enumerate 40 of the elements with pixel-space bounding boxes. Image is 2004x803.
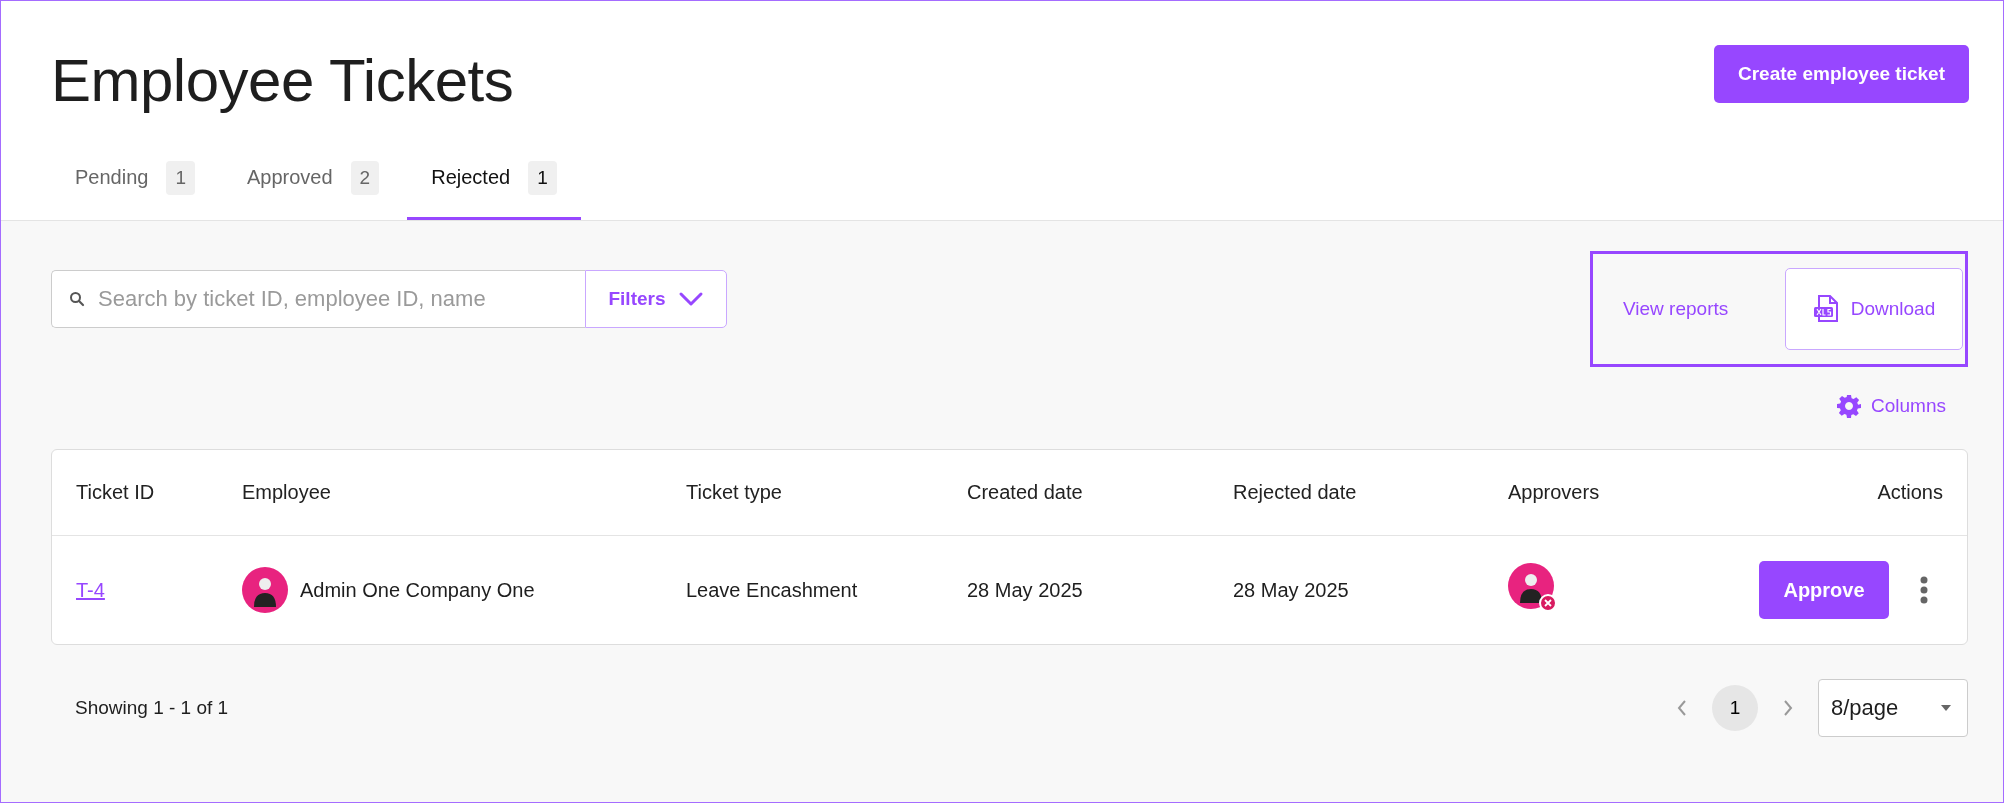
approve-button[interactable]: Approve (1759, 561, 1889, 619)
tab-label: Rejected (431, 166, 511, 189)
count-badge: 1 (166, 160, 195, 195)
column-header: Rejected date (1233, 481, 1358, 504)
employee-name: Admin One Company One (300, 578, 535, 602)
chevron-left-icon[interactable] (1676, 699, 1688, 717)
download-button[interactable]: Download (1785, 268, 1963, 350)
tab[interactable]: Pending 1 (51, 138, 219, 220)
results-summary: Showing 1 - 1 of 1 (75, 697, 229, 719)
avatar-icon (242, 567, 288, 613)
count-badge: 2 (350, 160, 380, 195)
page-number[interactable]: 1 (1712, 685, 1758, 731)
count-badge: 1 (528, 160, 557, 195)
gear-icon (1837, 394, 1861, 418)
more-options-icon[interactable] (1919, 576, 1929, 604)
columns-button[interactable]: Columns (1837, 394, 1946, 418)
chevron-down-icon (677, 291, 704, 307)
caret-down-icon (1941, 705, 1951, 711)
column-header: Employee (242, 481, 332, 504)
column-header: Created date (967, 481, 1084, 504)
page-size-select[interactable]: 8/page (1818, 679, 1968, 737)
column-header: Ticket type (686, 481, 783, 504)
rejected-date: 28 May 2025 (1233, 578, 1350, 602)
column-header: Ticket ID (76, 481, 156, 504)
ticket-type: Leave Encashment (686, 578, 859, 602)
column-header: Actions (1876, 481, 1943, 504)
created-date: 28 May 2025 (967, 578, 1084, 602)
filters-button[interactable]: Filters (585, 270, 727, 328)
create-ticket-button[interactable]: Create employee ticket (1714, 45, 1969, 103)
xls-file-icon (1812, 295, 1839, 323)
page-title: Employee Tickets (51, 47, 514, 115)
chevron-right-icon[interactable] (1782, 699, 1794, 717)
view-reports-link[interactable]: View reports (1623, 298, 1729, 320)
tab-label: Approved (247, 166, 333, 189)
tab-label: Pending (75, 166, 149, 189)
search-field[interactable]: Search by ticket ID, employee ID, name (51, 270, 585, 328)
ticket-id-link[interactable]: T-4 (76, 578, 105, 601)
tab[interactable]: Approved 2 (223, 138, 404, 220)
tab[interactable]: Rejected 1 (407, 138, 581, 220)
column-header: Approvers (1508, 481, 1601, 504)
